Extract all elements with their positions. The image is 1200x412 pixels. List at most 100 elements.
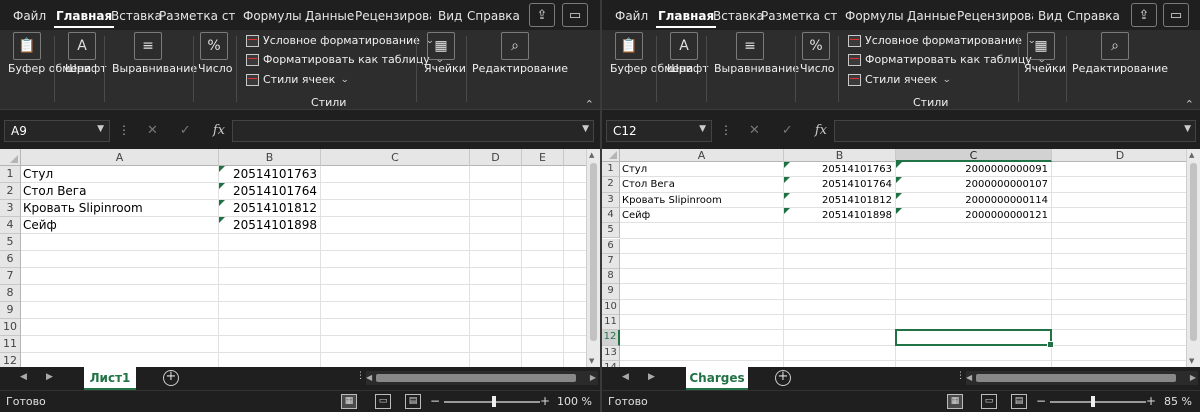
row-header[interactable]: 13 xyxy=(602,345,620,361)
vertical-scrollbar[interactable]: ▲ ▼ xyxy=(586,149,600,367)
tab-file[interactable]: Файл xyxy=(615,9,648,23)
cell[interactable]: Стол Вега xyxy=(23,183,215,200)
row-header[interactable]: 7 xyxy=(0,268,21,285)
cell[interactable]: Стул xyxy=(23,166,215,183)
zoom-in-icon[interactable]: + xyxy=(1146,394,1156,408)
editing-group[interactable]: ⌕ Редактирование xyxy=(470,30,568,110)
tab-help[interactable]: Справка xyxy=(1067,9,1120,23)
row-header[interactable]: 3 xyxy=(0,200,21,217)
alignment-group[interactable]: ≡ Выравнивание xyxy=(712,30,799,110)
name-box[interactable]: A9 ▼ xyxy=(4,120,110,142)
cancel-icon[interactable]: ✕ xyxy=(749,123,760,138)
zoom-thumb[interactable] xyxy=(492,396,496,407)
tab-review[interactable]: Рецензирован xyxy=(355,9,431,23)
row-header[interactable]: 1 xyxy=(0,166,21,183)
cell[interactable]: 20514101764 xyxy=(786,177,892,192)
cell[interactable]: 20514101764 xyxy=(221,183,317,200)
tab-home[interactable]: Главная xyxy=(53,9,115,28)
cell[interactable]: 2000000000114 xyxy=(898,193,1048,208)
row-header[interactable]: 10 xyxy=(602,299,620,315)
cell[interactable]: Сейф xyxy=(622,208,780,223)
cell[interactable]: 20514101898 xyxy=(786,208,892,223)
tab-formulas[interactable]: Формулы xyxy=(243,9,302,23)
cell[interactable]: 20514101812 xyxy=(786,193,892,208)
row-header[interactable]: 8 xyxy=(0,285,21,302)
sheet-tab[interactable]: Charges xyxy=(686,367,748,390)
insert-function-button[interactable]: fx xyxy=(815,123,827,138)
row-header[interactable]: 2 xyxy=(602,177,620,193)
row-header[interactable]: 1 xyxy=(602,162,620,178)
comments-icon[interactable]: ▭ xyxy=(1163,3,1189,27)
row-header[interactable]: 6 xyxy=(0,251,21,268)
next-sheet-icon[interactable]: ▶ xyxy=(648,372,655,382)
cell[interactable]: Сейф xyxy=(23,217,215,234)
worksheet-grid[interactable]: ABCD123456789101112131415Стул20514101763… xyxy=(602,149,1200,367)
zoom-slider[interactable] xyxy=(1050,401,1146,403)
row-header[interactable]: 9 xyxy=(0,302,21,319)
add-sheet-icon[interactable]: + xyxy=(775,370,791,386)
font-group[interactable]: A Шрифт xyxy=(664,30,709,110)
tab-view[interactable]: Вид xyxy=(438,9,462,23)
add-sheet-icon[interactable]: + xyxy=(163,370,179,386)
cell-styles-button[interactable]: Стили ячеек ⌄ xyxy=(848,73,952,86)
row-header[interactable]: 5 xyxy=(0,234,21,251)
enter-icon[interactable]: ✓ xyxy=(782,123,793,138)
select-all-corner[interactable] xyxy=(602,149,620,162)
alignment-group[interactable]: ≡ Выравнивание xyxy=(110,30,197,110)
cells-group[interactable]: ▦ Ячейки xyxy=(1022,30,1066,110)
cell[interactable]: Кровать Slipinroom xyxy=(23,200,215,217)
select-all-corner[interactable] xyxy=(0,149,21,166)
editing-group[interactable]: ⌕ Редактирование xyxy=(1070,30,1168,110)
column-header[interactable]: C xyxy=(896,149,1052,162)
prev-sheet-icon[interactable]: ◀ xyxy=(622,372,629,382)
collapse-ribbon-icon[interactable]: ⌃ xyxy=(1185,98,1194,111)
column-header[interactable]: B xyxy=(219,149,321,166)
page-break-view-icon[interactable]: ▤ xyxy=(405,394,421,409)
conditional-formatting-button[interactable]: Условное форматирование ⌄ xyxy=(848,34,1036,47)
insert-function-button[interactable]: fx xyxy=(213,123,225,138)
zoom-in-icon[interactable]: + xyxy=(540,394,550,408)
tab-data[interactable]: Данные xyxy=(305,9,354,23)
row-header[interactable]: 8 xyxy=(602,269,620,285)
tab-formulas[interactable]: Формулы xyxy=(845,9,904,23)
formula-input[interactable]: ▼ xyxy=(232,120,594,142)
cell[interactable]: 20514101898 xyxy=(221,217,317,234)
formula-input[interactable]: ▼ xyxy=(834,120,1196,142)
vertical-scrollbar[interactable]: ▲ ▼ xyxy=(1186,149,1200,367)
next-sheet-icon[interactable]: ▶ xyxy=(46,372,53,382)
row-header[interactable]: 12 xyxy=(0,353,21,367)
cell[interactable]: Стул xyxy=(622,162,780,177)
prev-sheet-icon[interactable]: ◀ xyxy=(20,372,27,382)
share-icon[interactable]: ⇪ xyxy=(529,3,555,27)
collapse-ribbon-icon[interactable]: ⌃ xyxy=(585,98,594,111)
column-header[interactable]: D xyxy=(470,149,522,166)
row-header[interactable]: 4 xyxy=(0,217,21,234)
cell[interactable]: 2000000000121 xyxy=(898,208,1048,223)
cell-styles-button[interactable]: Стили ячеек ⌄ xyxy=(246,73,350,86)
column-header[interactable]: C xyxy=(321,149,470,166)
horizontal-scrollbar[interactable]: ◀ ▶ xyxy=(966,371,1198,385)
row-header[interactable]: 7 xyxy=(602,253,620,270)
tab-data[interactable]: Данные xyxy=(907,9,956,23)
row-header[interactable]: 5 xyxy=(602,223,620,239)
name-box[interactable]: C12 ▼ xyxy=(606,120,712,142)
sheet-tab[interactable]: Лист1 xyxy=(84,367,136,390)
cell[interactable]: 2000000000107 xyxy=(898,177,1048,192)
row-header[interactable]: 6 xyxy=(602,238,620,254)
page-layout-view-icon[interactable]: ▭ xyxy=(981,394,997,409)
tab-home[interactable]: Главная xyxy=(655,9,717,28)
row-header[interactable]: 4 xyxy=(602,207,620,224)
row-header[interactable]: 9 xyxy=(602,284,620,300)
zoom-thumb[interactable] xyxy=(1091,396,1095,407)
normal-view-icon[interactable]: ▦ xyxy=(947,394,963,409)
cells-group[interactable]: ▦ Ячейки xyxy=(422,30,466,110)
selected-cell[interactable] xyxy=(895,329,1054,348)
font-group[interactable]: A Шрифт xyxy=(62,30,107,110)
tab-file[interactable]: Файл xyxy=(13,9,46,23)
tab-insert[interactable]: Вставка xyxy=(713,9,764,23)
tab-insert[interactable]: Вставка xyxy=(111,9,162,23)
share-icon[interactable]: ⇪ xyxy=(1131,3,1157,27)
tab-page-layout[interactable]: Разметка стра xyxy=(761,9,837,23)
column-header[interactable]: A xyxy=(620,149,784,162)
cell[interactable]: Стол Вега xyxy=(622,177,780,192)
